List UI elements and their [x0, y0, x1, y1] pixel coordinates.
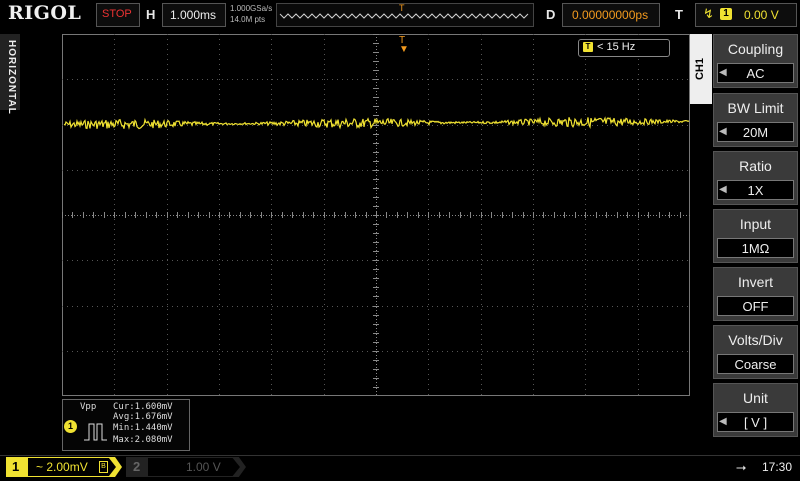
menu-coupling[interactable]: Coupling AC ◀ [713, 34, 798, 88]
graticule [62, 34, 691, 397]
measurement-average: Avg:1.676mV [113, 412, 173, 422]
menu-volts-div-label: Volts/Div [728, 332, 783, 348]
trigger-position-icon: T [399, 3, 405, 13]
trigger-point-marker: T ▼ [399, 35, 409, 55]
menu-volts-div[interactable]: Volts/Div Coarse [713, 325, 798, 379]
channel2-scale: 1.00 V [186, 460, 221, 474]
menu-arrow-icon: ◀ [719, 184, 727, 195]
measurement-minimum: Min:1.440mV [113, 423, 173, 433]
frequency-readout: < 15 Hz [597, 41, 636, 53]
memory-preview-bar [276, 3, 534, 27]
timebase-value: 1.000ms [170, 8, 217, 22]
channel1-scale: ~ 2.00mV [36, 460, 88, 474]
channel2-number: 2 [133, 459, 141, 474]
waveform-display [62, 34, 691, 397]
usb-icon: ⭢ [736, 459, 747, 474]
measurement-channel-badge: 1 [64, 420, 77, 433]
trigger-level-value: 0.00 V [744, 8, 779, 22]
menu-coupling-label: Coupling [727, 41, 784, 57]
pulse-waveform-icon [84, 423, 107, 441]
horizontal-label: H [146, 7, 156, 22]
menu-invert-value: OFF [717, 296, 794, 316]
acquisition-status: STOP [102, 8, 132, 20]
menu-ratio-label: Ratio [739, 158, 772, 174]
bandwidth-limit-icon: B [99, 461, 108, 473]
channel-tab-label: CH1 [694, 58, 706, 81]
measurement-name: Vpp [80, 402, 97, 412]
channel1-number: 1 [12, 459, 20, 474]
trigger-delay-value: 0.00000000ps [572, 8, 649, 22]
menu-bw-limit[interactable]: BW Limit 20M ◀ [713, 93, 798, 147]
brand-logo: RIGOL [8, 2, 82, 24]
trigger-point-label: T [399, 35, 406, 46]
trigger-source-badge: 1 [720, 8, 732, 20]
sample-rate: 1.000GSa/s [230, 4, 273, 13]
menu-input[interactable]: Input 1MΩ [713, 209, 798, 263]
menu-input-label: Input [739, 216, 772, 232]
trigger-label: T [675, 7, 683, 22]
menu-input-value: 1MΩ [717, 238, 794, 258]
rising-edge-icon: ↯ [703, 6, 714, 21]
measurement-maximum: Max:2.080mV [113, 435, 173, 445]
menu-coupling-value: AC [717, 63, 794, 83]
menu-unit-label: Unit [743, 390, 768, 406]
system-clock: 17:30 [762, 460, 793, 474]
menu-bw-limit-label: BW Limit [727, 100, 784, 116]
menu-volts-div-value: Coarse [717, 354, 794, 374]
menu-arrow-icon: ◀ [719, 126, 727, 137]
menu-unit-value: [ V ] [717, 412, 794, 432]
menu-arrow-icon: ◀ [719, 67, 727, 78]
menu-invert-label: Invert [737, 274, 773, 290]
horizontal-tab-label: HORIZONTAL [6, 40, 17, 115]
trigger-badge-icon: T [583, 42, 593, 52]
menu-ratio-value: 1X [717, 180, 794, 200]
memory-preview-waveform [279, 13, 529, 19]
menu-unit[interactable]: Unit [ V ] ◀ [713, 383, 798, 437]
menu-invert[interactable]: Invert OFF [713, 267, 798, 321]
menu-ratio[interactable]: Ratio 1X ◀ [713, 151, 798, 205]
delay-label: D [546, 7, 556, 22]
measurement-current: Cur:1.600mV [113, 402, 173, 412]
menu-bw-limit-value: 20M [717, 122, 794, 142]
memory-depth: 14.0M pts [230, 15, 266, 24]
menu-arrow-icon: ◀ [719, 416, 727, 427]
